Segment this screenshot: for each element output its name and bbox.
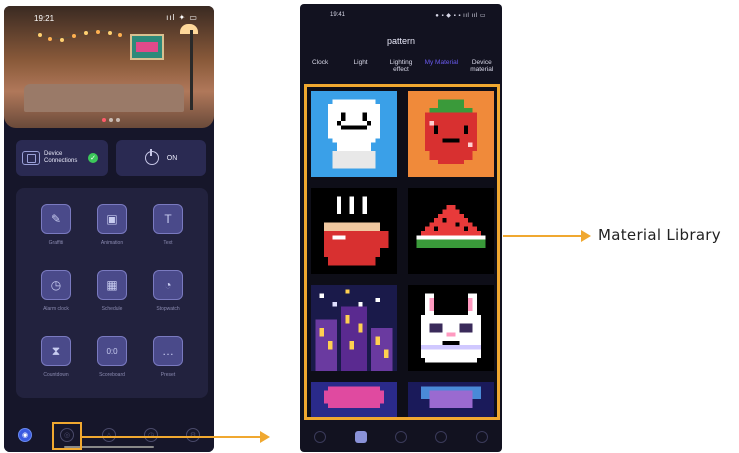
bottom-nav: [300, 422, 502, 452]
highlight-box: [52, 422, 82, 450]
callout-arrow-line: [503, 235, 583, 237]
material-tile-coffee[interactable]: [311, 188, 397, 274]
scoreboard-icon: 0:0: [97, 336, 127, 366]
power-icon: [144, 149, 159, 165]
page-title: pattern: [386, 36, 416, 46]
bottom-nav: ◉ ◎ △ ◷ ⚙: [4, 418, 214, 452]
tools-panel: ✎ Graffiti ▣ Animation T Text ◷ Alarm cl…: [16, 188, 208, 398]
calendar-icon: ▦: [97, 270, 127, 300]
nav-settings-icon[interactable]: ⚙: [186, 428, 200, 442]
material-library-grid: [304, 84, 500, 420]
material-tile-watermelon[interactable]: [408, 188, 494, 274]
tab-my-material[interactable]: My Material: [423, 59, 459, 66]
tool-text[interactable]: T Text: [142, 204, 194, 246]
tool-alarm-clock[interactable]: ◷ Alarm clock: [30, 270, 82, 312]
lamp-icon: [180, 24, 198, 34]
material-tile-pink-partial[interactable]: [311, 382, 397, 417]
nav-cloud-icon[interactable]: △: [102, 428, 116, 442]
room-preview-image: 19:21 ııl ✦ ▭: [4, 6, 214, 128]
tool-preset[interactable]: … Preset: [142, 336, 194, 378]
led-display-frame: [130, 34, 164, 60]
device-icon: [22, 151, 40, 165]
tool-graffiti[interactable]: ✎ Graffiti: [30, 204, 82, 246]
status-icons: ııl ✦ ▭: [166, 13, 198, 22]
status-icons: ● ▪ ◆ ▪ ▪ ııl ııl ▭: [435, 13, 486, 19]
category-tabs: Clock Light Lighting effect My Material …: [300, 59, 502, 81]
pointer-arrow-line: [82, 436, 262, 438]
material-tile-bunny[interactable]: [408, 285, 494, 371]
carousel-dots[interactable]: [102, 118, 120, 122]
tab-device-material[interactable]: Device material: [464, 59, 500, 73]
status-time: 19:41: [330, 12, 346, 18]
pointer-arrow-head: [260, 431, 270, 443]
device-connections-label: Device Connections: [44, 151, 78, 164]
material-library-callout: Material Library: [598, 226, 721, 244]
material-tile-city-night[interactable]: [311, 285, 397, 371]
brush-icon: ✎: [41, 204, 71, 234]
power-button[interactable]: ON: [116, 140, 206, 176]
text-icon: T: [153, 204, 183, 234]
status-bar: 19:21 ııl ✦ ▭: [4, 12, 214, 26]
hourglass-icon: ⧗: [41, 336, 71, 366]
status-time: 19:21: [34, 14, 55, 23]
material-tile-strawberry[interactable]: [408, 91, 494, 177]
alarm-clock-icon: ◷: [41, 270, 71, 300]
animation-icon: ▣: [97, 204, 127, 234]
power-label: ON: [166, 154, 178, 162]
nav-discover-icon[interactable]: ◉: [18, 428, 32, 442]
nav-timer-icon[interactable]: ◷: [144, 428, 158, 442]
status-bar: 19:41 ● ▪ ◆ ▪ ▪ ııl ııl ▭: [300, 12, 502, 24]
pattern-screen-phone: 19:41 ● ▪ ◆ ▪ ▪ ııl ııl ▭ pattern Clock …: [300, 4, 502, 452]
tab-clock[interactable]: Clock: [302, 59, 338, 66]
tool-stopwatch[interactable]: ◔ Stopwatch: [142, 270, 194, 312]
home-screen-phone: 19:21 ııl ✦ ▭ Device Connections ✓ ON ✎ …: [4, 6, 214, 452]
fairy-lights-decoration: [34, 30, 124, 42]
sofa-image: [24, 84, 184, 112]
tab-lighting-effect[interactable]: Lighting effect: [383, 59, 419, 73]
tab-light[interactable]: Light: [343, 59, 379, 66]
nav-material-icon[interactable]: [354, 431, 367, 443]
nav-cloud-icon[interactable]: [394, 431, 407, 443]
device-connections-button[interactable]: Device Connections ✓: [16, 140, 108, 176]
nav-discover-icon[interactable]: [314, 431, 327, 443]
callout-arrow-head: [581, 230, 591, 242]
material-tile-smiley[interactable]: [311, 91, 397, 177]
nav-settings-icon[interactable]: [475, 431, 488, 443]
nav-timer-icon[interactable]: [435, 431, 448, 443]
chat-bubble-icon: …: [153, 336, 183, 366]
tool-animation[interactable]: ▣ Animation: [86, 204, 138, 246]
connected-check-icon: ✓: [88, 153, 98, 163]
tool-schedule[interactable]: ▦ Schedule: [86, 270, 138, 312]
tool-countdown[interactable]: ⧗ Countdown: [30, 336, 82, 378]
material-tile-blue-partial[interactable]: [408, 382, 494, 417]
tool-scoreboard[interactable]: 0:0 Scoreboard: [86, 336, 138, 378]
stopwatch-icon: ◔: [153, 270, 183, 300]
